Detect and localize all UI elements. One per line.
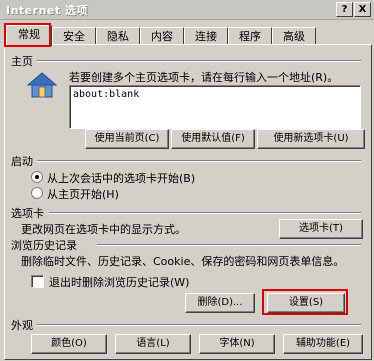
delete-on-exit-checkbox[interactable] [31,275,44,288]
homepage-section-label: 主页 [11,55,33,68]
delete-history-button[interactable]: 删除(D)... [185,293,255,313]
window-title: Internet 选项 [6,4,88,17]
tabs-section-label: 选项卡 [11,207,44,220]
startup-last-session-label: 从上次会话中的选项卡开始(B) [47,172,196,185]
startup-homepage-label: 从主页开始(H) [47,188,119,201]
history-divider [97,244,361,246]
general-panel: 主页 若要创建多个主页选项卡，请在每行输入一个地址(R)。 about:blan… [4,44,372,360]
tab-strip: 常规 安全 隐私 内容 连接 程序 高级 [4,25,370,46]
appearance-section-label: 外观 [11,319,33,332]
accessibility-button[interactable]: 辅助功能(E) [283,334,363,354]
tab-connections[interactable]: 连接 [184,27,228,45]
homepage-divider [37,60,361,62]
homepage-instruction: 若要创建多个主页选项卡，请在每行输入一个地址(R)。 [69,71,339,84]
tab-security[interactable]: 安全 [52,27,96,45]
startup-section-label: 启动 [11,155,33,168]
tab-programs[interactable]: 程序 [228,27,272,45]
startup-homepage-radio[interactable] [31,187,43,199]
delete-on-exit-label: 退出时删除浏览历史记录(W) [49,276,190,289]
homepage-address-value: about:blank [73,89,140,100]
fonts-button[interactable]: 字体(N) [199,334,275,354]
tabs-section-description: 更改网页在选项卡中的显示方式。 [21,223,186,236]
title-bar: Internet 选项 ? X [0,0,374,20]
use-new-tab-button[interactable]: 使用新选项卡(U) [257,129,365,149]
languages-button[interactable]: 语言(L) [115,334,191,354]
history-section-label: 浏览历史记录 [11,239,77,252]
history-description: 删除临时文件、历史记录、Cookie、保存的密码和网页表单信息。 [21,255,345,268]
settings-button-highlight [262,289,348,315]
tabs-settings-button[interactable]: 选项卡(T) [279,219,363,239]
tab-general-highlight [4,23,51,47]
house-icon [27,72,57,98]
tabs-section-divider [49,212,361,214]
startup-divider [37,160,361,162]
colors-button[interactable]: 颜色(O) [31,334,107,354]
use-default-button[interactable]: 使用默认值(F) [171,129,255,149]
tab-privacy[interactable]: 隐私 [96,27,140,45]
tab-advanced[interactable]: 高级 [272,27,316,45]
close-button[interactable]: X [354,2,371,17]
tab-content[interactable]: 内容 [140,27,184,45]
use-current-button[interactable]: 使用当前页(C) [85,129,169,149]
appearance-divider [37,324,361,326]
homepage-address-field[interactable]: about:blank [69,85,361,129]
startup-last-session-radio[interactable] [31,171,43,183]
help-button[interactable]: ? [336,2,353,17]
